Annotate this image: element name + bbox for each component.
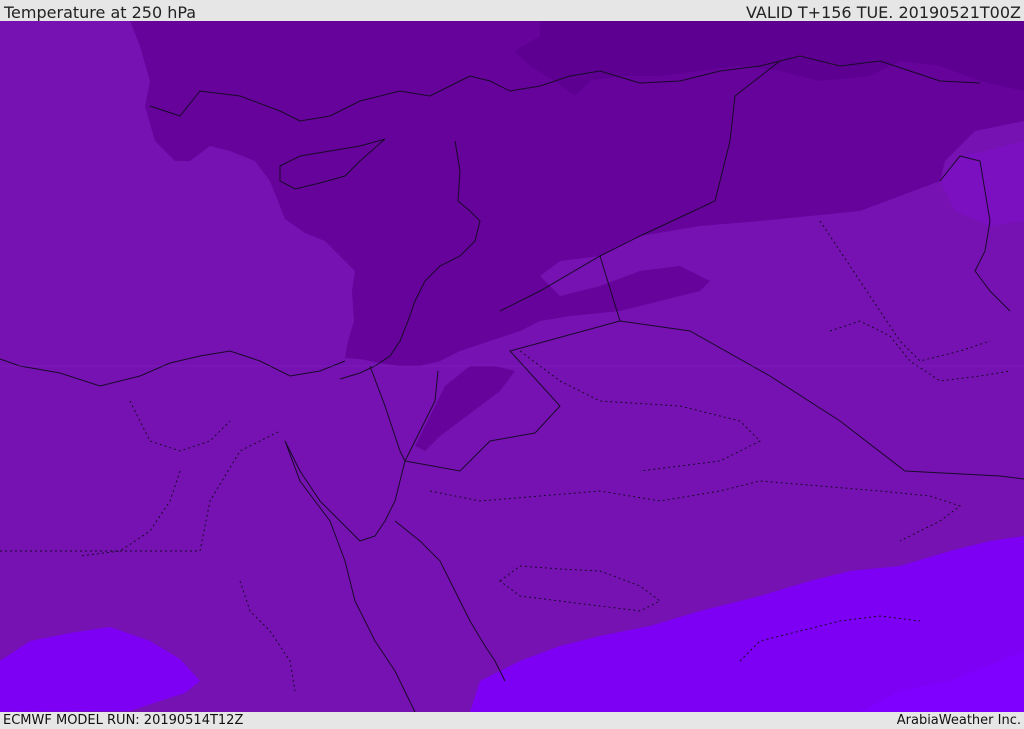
weather-map[interactable] — [0, 21, 1024, 712]
map-canvas — [0, 21, 1024, 712]
credit-label: ArabiaWeather Inc. — [896, 713, 1021, 728]
model-run-label: ECMWF MODEL RUN: 20190514T12Z — [3, 713, 244, 728]
map-title: Temperature at 250 hPa — [4, 3, 197, 22]
header-bar: Temperature at 250 hPa VALID T+156 TUE. … — [0, 0, 1024, 22]
footer-bar: ECMWF MODEL RUN: 20190514T12Z ArabiaWeat… — [0, 712, 1024, 729]
valid-time: VALID T+156 TUE. 20190521T00Z — [745, 3, 1021, 22]
